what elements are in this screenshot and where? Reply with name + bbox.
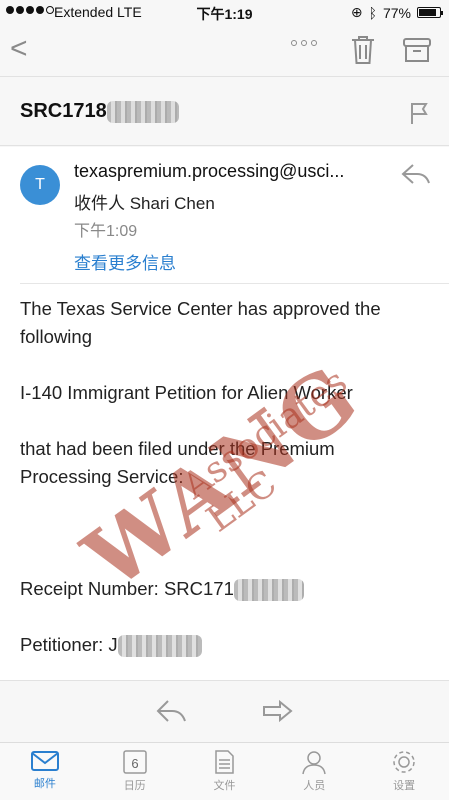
bluetooth-icon: ᛒ [368,4,377,21]
email-subject: SRC1718 [20,100,179,123]
toolbar: < [0,26,449,74]
tab-label: 设置 [393,780,416,792]
forward-button[interactable] [262,699,294,723]
tab-bar: 邮件 6 日历 文件 人员 设置 [0,742,449,800]
action-bar [0,680,449,742]
trash-icon[interactable] [350,34,376,66]
reply-button[interactable] [156,699,188,723]
calendar-icon: 6 [122,750,147,774]
tab-label: 文件 [213,780,236,792]
email-body-area: T texaspremium.processing@usci... 收件人 Sh… [0,147,449,680]
body-paragraph: that had been filed under the Premium Pr… [20,438,335,487]
email-body-text: The Texas Service Center has approved th… [20,295,420,680]
settings-icon [393,751,415,773]
sent-time: 下午1:09 [74,223,138,240]
flag-icon[interactable] [409,101,429,125]
redacted-area [106,100,179,123]
tab-files[interactable]: 文件 [180,743,270,800]
status-bar: Extended LTE 下午1:19 ⊕ ᛒ 77% [0,0,449,26]
tab-calendar[interactable]: 6 日历 [90,743,180,800]
redacted-area [117,635,202,658]
battery-percent: 77% [382,4,411,21]
sender-address[interactable]: texaspremium.processing@usci... [74,161,384,182]
orientation-lock-icon: ⊕ [350,4,363,20]
more-info-link[interactable]: 查看更多信息 [74,249,176,274]
mail-icon [30,751,59,771]
tab-label: 人员 [303,780,326,792]
recipient: 收件人 Shari Chen [74,194,215,213]
file-icon [215,750,235,774]
reply-icon[interactable] [401,163,431,185]
receipt-number: Receipt Number: SRC171 [20,575,420,603]
tab-people[interactable]: 人员 [269,743,359,800]
sender-avatar: T [20,165,60,205]
tab-label: 日历 [123,780,146,792]
back-button[interactable]: < [10,32,28,66]
body-paragraph: I-140 Immigrant Petition for Alien Worke… [20,382,353,403]
battery-icon [417,7,443,18]
archive-icon[interactable] [402,36,432,64]
calendar-day: 6 [131,756,138,771]
body-paragraph: The Texas Service Center has approved th… [20,298,381,347]
tab-label: 邮件 [33,778,56,790]
tab-mail[interactable]: 邮件 [0,743,90,800]
more-options-icon[interactable] [291,40,317,46]
divider [20,283,449,284]
subject-bar: SRC1718 [0,76,449,146]
people-icon [302,751,327,775]
redacted-area [233,579,304,602]
tab-settings[interactable]: 设置 [359,743,449,800]
petitioner: Petitioner: J [20,631,420,659]
